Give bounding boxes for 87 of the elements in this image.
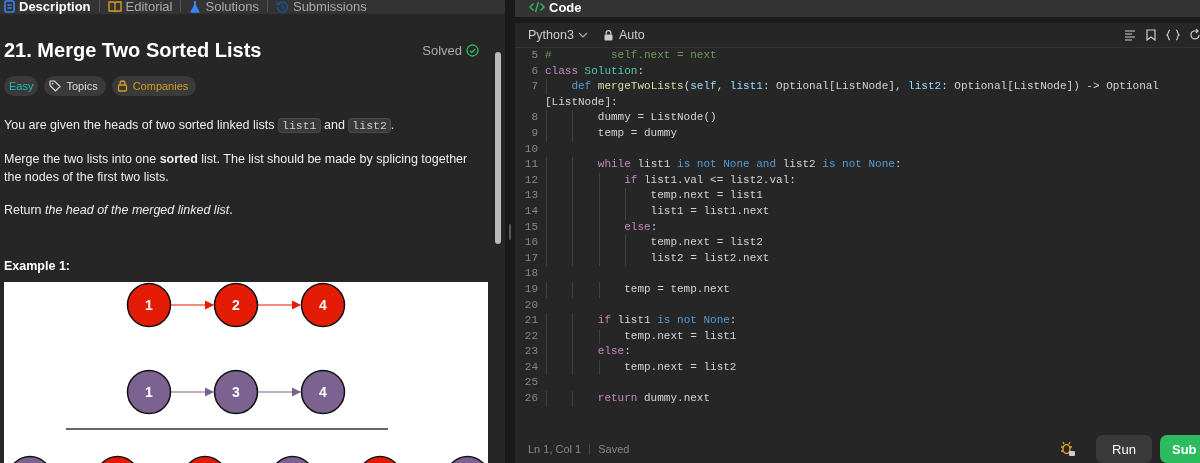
history-icon bbox=[275, 0, 289, 13]
code-line: if list1 is not None: bbox=[596, 314, 737, 327]
list-node: 3 bbox=[213, 369, 259, 415]
code-line: temp.next = list1 bbox=[649, 189, 763, 202]
problem-title: 21. Merge Two Sorted Lists bbox=[4, 38, 263, 62]
lock-icon bbox=[603, 29, 613, 41]
line-number: 19 bbox=[523, 281, 538, 297]
difficulty-tag: Easy bbox=[4, 76, 39, 96]
code-line: temp = temp.next bbox=[623, 282, 730, 295]
description-paragraph: Merge the two lists into one sorted list. The list should be made by splicing together the nodes of the first two lists. bbox=[4, 151, 469, 186]
panel-title: Code bbox=[549, 0, 582, 15]
line-number: 18 bbox=[523, 266, 538, 282]
line-number: 8 bbox=[530, 110, 538, 126]
code-line: else: bbox=[623, 220, 658, 233]
code-icon bbox=[529, 1, 545, 13]
language-dropdown[interactable]: Python3 bbox=[528, 28, 588, 42]
line-number: 9 bbox=[530, 125, 538, 141]
code-line: # self.next = next bbox=[545, 49, 717, 61]
scrollbar-thumb[interactable] bbox=[495, 52, 501, 244]
flask-icon bbox=[189, 0, 202, 13]
code-line: if list1.val <= list2.val: bbox=[623, 173, 796, 186]
line-number: 23 bbox=[523, 344, 538, 360]
list-node: 2 bbox=[213, 282, 259, 328]
line-number: 14 bbox=[523, 203, 538, 219]
lock-icon bbox=[116, 80, 128, 92]
check-circle-icon bbox=[466, 43, 479, 57]
bug-icon[interactable] bbox=[1060, 441, 1076, 457]
line-number: 24 bbox=[523, 359, 538, 375]
arrow bbox=[257, 387, 302, 397]
list-node: 1 bbox=[126, 369, 172, 415]
line-number: 15 bbox=[523, 219, 538, 235]
line-number: 22 bbox=[523, 328, 538, 344]
code-line: while list1 is not None and list2 is not None: bbox=[596, 158, 902, 171]
code-line: list1 = list1.next bbox=[649, 204, 770, 217]
format-lines-icon[interactable] bbox=[1124, 29, 1136, 41]
code-line: temp = dummy bbox=[596, 126, 678, 139]
companies-tag[interactable]: Companies bbox=[111, 76, 197, 96]
code-line: temp.next = list2 bbox=[649, 236, 763, 249]
run-button[interactable]: Run bbox=[1096, 435, 1152, 463]
solved-status: Solved bbox=[422, 42, 462, 58]
cursor-position: Ln 1, Col 1 bbox=[528, 443, 582, 455]
panel-tab[interactable]: Submissions bbox=[275, 0, 367, 14]
code-line: else: bbox=[596, 345, 631, 358]
mode-label: Auto bbox=[618, 28, 645, 42]
arrow bbox=[170, 300, 215, 310]
arrow bbox=[170, 387, 215, 397]
bookmark-icon[interactable] bbox=[1146, 29, 1156, 41]
undo-icon[interactable] bbox=[1190, 29, 1200, 41]
list-node: 1 bbox=[126, 282, 172, 328]
code-line: dummy = ListNode() bbox=[596, 111, 717, 124]
line-number: 21 bbox=[523, 313, 538, 329]
panel-tab[interactable]: Solutions bbox=[189, 0, 259, 14]
code-line: temp.next = list1 bbox=[623, 329, 737, 342]
tag-icon bbox=[49, 80, 62, 92]
line-number: 25 bbox=[523, 375, 538, 391]
list-node: 4 bbox=[300, 282, 346, 328]
code-line: temp.next = list2 bbox=[623, 360, 737, 373]
line-number: 11 bbox=[523, 157, 538, 173]
code-line: class Solution: bbox=[545, 64, 645, 77]
arrow bbox=[257, 300, 302, 310]
example-heading: Example 1: bbox=[4, 259, 71, 273]
description-paragraph: Return the head of the merged linked list. bbox=[4, 202, 234, 219]
line-number: 17 bbox=[523, 250, 538, 266]
line-number: 26 bbox=[523, 391, 538, 407]
line-number: 7 bbox=[530, 79, 538, 95]
line-number: 16 bbox=[523, 235, 538, 251]
topics-tag[interactable]: Topics bbox=[44, 76, 106, 96]
book-icon bbox=[107, 0, 122, 12]
chevron-down-icon bbox=[577, 32, 588, 38]
code-line: [ListNode]: bbox=[545, 95, 618, 108]
braces-icon[interactable] bbox=[1166, 29, 1180, 41]
line-number: 6 bbox=[530, 63, 538, 79]
resize-handle[interactable] bbox=[509, 223, 511, 240]
line-number: 12 bbox=[523, 172, 538, 188]
line-number: 10 bbox=[523, 141, 538, 157]
line-number: 13 bbox=[523, 188, 538, 204]
code-line: return dummy.next bbox=[596, 392, 711, 405]
list-node: 4 bbox=[300, 369, 346, 415]
description-paragraph: You are given the heads of two sorted linked lists list1 and list2 . bbox=[4, 117, 396, 135]
document-icon bbox=[4, 0, 15, 13]
line-number: 20 bbox=[523, 297, 538, 313]
panel-tab[interactable]: Editorial bbox=[107, 0, 173, 14]
code-line: list2 = list2.next bbox=[649, 251, 770, 264]
panel-tab[interactable]: Description bbox=[4, 0, 91, 14]
save-status: Saved bbox=[598, 443, 630, 455]
code-line: def mergeTwoLists(self, list1: Optional[ListNode], list2: Optional[ListNode]) -> Optional bbox=[570, 80, 1159, 93]
line-number: 5 bbox=[530, 48, 538, 63]
